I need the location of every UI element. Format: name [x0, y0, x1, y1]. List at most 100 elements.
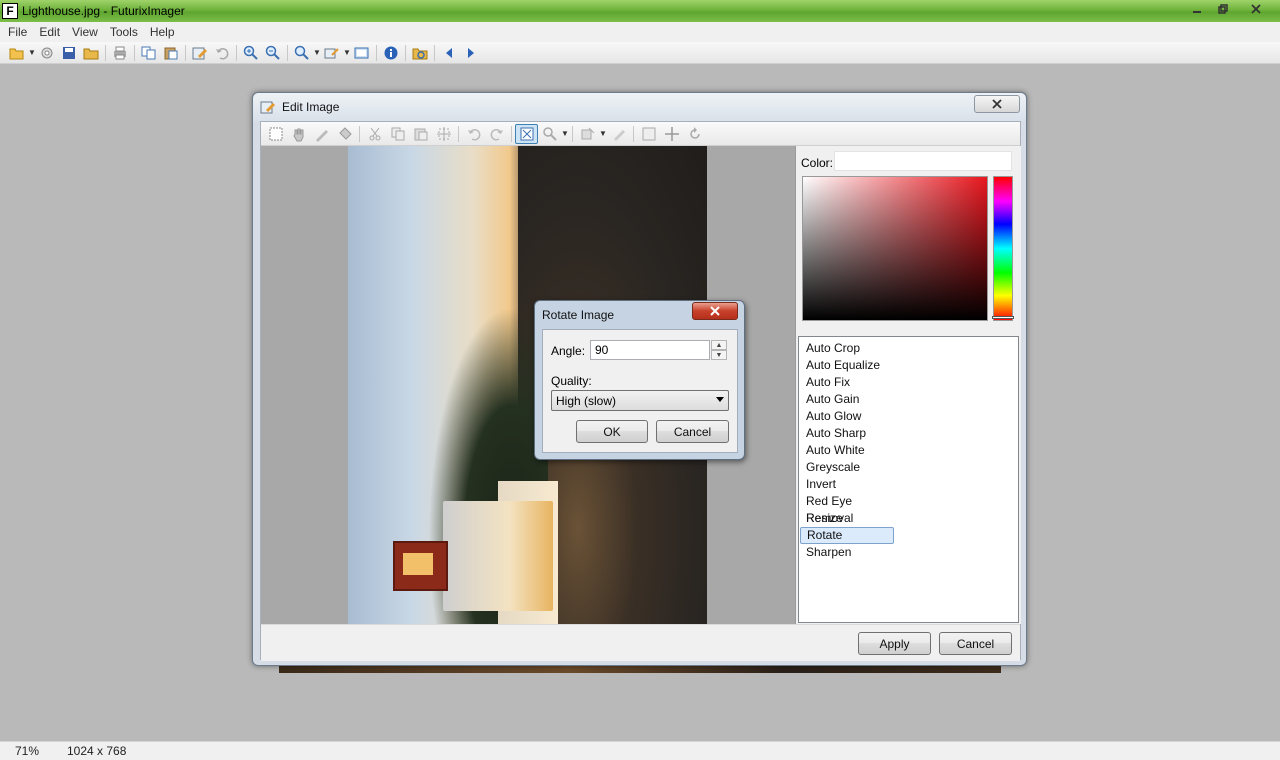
cancel-button[interactable]: Cancel	[939, 632, 1012, 655]
fullscreen-button[interactable]	[351, 43, 373, 63]
spin-down-button[interactable]: ▼	[711, 350, 727, 360]
zoom-button[interactable]	[291, 43, 313, 63]
angle-spinner[interactable]: ▲ ▼	[711, 340, 727, 360]
canvas-tool[interactable]	[637, 124, 660, 144]
effects-button[interactable]	[321, 43, 343, 63]
list-item[interactable]: Auto Fix	[800, 374, 894, 391]
minimize-button[interactable]	[1184, 0, 1210, 18]
redo-tool[interactable]	[485, 124, 508, 144]
save-button[interactable]	[58, 43, 80, 63]
color-label: Color:	[801, 156, 834, 170]
angle-input[interactable]	[590, 340, 710, 360]
open-icon	[9, 48, 24, 59]
canvas-icon	[642, 127, 655, 140]
list-item[interactable]: Auto White	[800, 442, 894, 459]
open-button[interactable]	[6, 43, 28, 63]
brush-tool[interactable]	[607, 124, 630, 144]
position-tool[interactable]	[660, 124, 683, 144]
edit-dialog-title: Edit Image	[282, 100, 340, 114]
menu-view[interactable]: View	[66, 25, 104, 39]
browse-button[interactable]	[409, 43, 431, 63]
cut-tool[interactable]	[363, 124, 386, 144]
rotate-image-dialog: Rotate Image Angle: ▲ ▼ Quality: High (s…	[534, 300, 745, 460]
print-button[interactable]	[109, 43, 131, 63]
hue-slider[interactable]	[993, 176, 1013, 321]
list-item[interactable]: Red Eye Removal	[800, 493, 894, 525]
fill-tool[interactable]	[333, 124, 356, 144]
undo-icon	[467, 128, 480, 140]
toolbar-separator	[434, 44, 435, 61]
list-item-selected[interactable]: Rotate	[800, 527, 894, 544]
select-tool[interactable]	[264, 124, 287, 144]
redo-icon	[490, 128, 503, 140]
zoom-dropdown[interactable]: ▼	[313, 48, 321, 57]
color-swatch[interactable]	[834, 151, 1012, 171]
paste-button[interactable]	[160, 43, 182, 63]
list-item[interactable]: Auto Sharp	[800, 425, 894, 442]
edit-dialog-close-button[interactable]	[974, 95, 1020, 113]
list-item[interactable]: Greyscale	[800, 459, 894, 476]
window-controls	[1184, 0, 1276, 18]
rotate-tool[interactable]	[683, 124, 706, 144]
list-item[interactable]: Auto Equalize	[800, 357, 894, 374]
settings-icon	[41, 47, 53, 58]
paste-tool[interactable]	[409, 124, 432, 144]
rotate-dialog-close-button[interactable]	[692, 302, 738, 320]
paste-icon	[164, 47, 178, 59]
next-icon	[468, 47, 474, 58]
transform-dropdown[interactable]: ▼	[599, 129, 607, 138]
zoom-in-button[interactable]	[240, 43, 262, 63]
list-item[interactable]: Sharpen	[800, 544, 894, 561]
open-dropdown[interactable]: ▼	[28, 48, 36, 57]
crop-tool[interactable]	[432, 124, 455, 144]
hand-tool[interactable]	[287, 124, 310, 144]
quality-select[interactable]: High (slow)	[551, 390, 729, 411]
menu-edit[interactable]: Edit	[33, 25, 66, 39]
zoom-tool-dropdown[interactable]: ▼	[561, 129, 569, 138]
prev-icon	[446, 47, 452, 58]
apply-button[interactable]: Apply	[858, 632, 931, 655]
pen-tool[interactable]	[310, 124, 333, 144]
menu-file[interactable]: File	[2, 25, 33, 39]
prev-button[interactable]	[438, 43, 460, 63]
spin-up-button[interactable]: ▲	[711, 340, 727, 350]
edit-dialog-title-bar: Edit Image	[253, 93, 1026, 121]
zoom-out-button[interactable]	[262, 43, 284, 63]
main-toolbar: ▼ ▼ ▼	[0, 42, 1280, 64]
edit-button[interactable]	[189, 43, 211, 63]
fit-tool[interactable]	[515, 123, 538, 144]
ok-button[interactable]: OK	[576, 420, 648, 443]
folder-button[interactable]	[80, 43, 102, 63]
fit-icon	[520, 127, 533, 140]
undo-icon	[216, 47, 229, 59]
undo-tool[interactable]	[462, 124, 485, 144]
menu-tools[interactable]: Tools	[104, 25, 144, 39]
menu-help[interactable]: Help	[144, 25, 181, 39]
rotate-dialog-title: Rotate Image	[542, 308, 615, 322]
position-icon	[664, 126, 679, 141]
undo-button[interactable]	[211, 43, 233, 63]
hue-slider-handle[interactable]	[992, 316, 1014, 319]
next-button[interactable]	[460, 43, 482, 63]
zoom-tool[interactable]	[538, 124, 561, 144]
list-item[interactable]: Auto Gain	[800, 391, 894, 408]
color-picker-field[interactable]	[802, 176, 988, 321]
copy-button[interactable]	[138, 43, 160, 63]
close-button[interactable]	[1236, 0, 1276, 18]
toolbar-separator	[185, 44, 186, 61]
effects-list[interactable]: Auto Crop Auto Equalize Auto Fix Auto Ga…	[798, 336, 1019, 623]
list-item[interactable]: Auto Crop	[800, 340, 894, 357]
zoom-icon	[294, 45, 309, 60]
transform-tool[interactable]	[576, 124, 599, 144]
effects-dropdown[interactable]: ▼	[343, 48, 351, 57]
list-item[interactable]: Invert	[800, 476, 894, 493]
restore-button[interactable]	[1210, 0, 1236, 18]
copy-tool[interactable]	[386, 124, 409, 144]
cancel-button[interactable]: Cancel	[656, 420, 729, 443]
brush-icon	[613, 129, 625, 141]
crop-icon	[436, 126, 451, 141]
info-button[interactable]	[380, 43, 402, 63]
settings-button[interactable]	[36, 43, 58, 63]
app-icon: F	[2, 3, 18, 19]
list-item[interactable]: Auto Glow	[800, 408, 894, 425]
